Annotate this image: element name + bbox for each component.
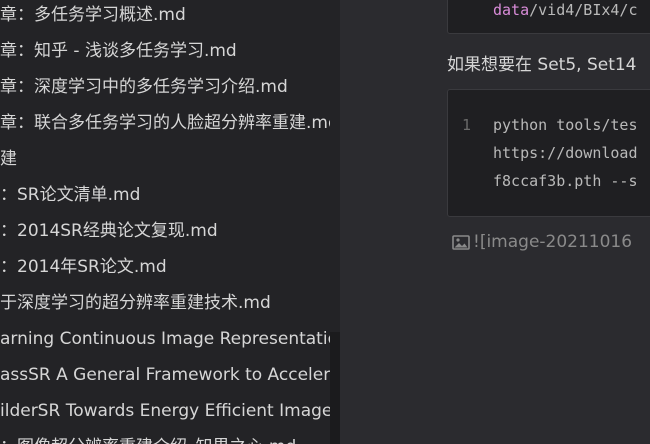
image-reference-text: ![image-20211016 [473,232,633,252]
line-number: 1 [462,116,472,134]
sidebar-item[interactable]: 建 [0,141,330,177]
sidebar-item[interactable]: ：2014SR经典论文复现.md [0,213,330,249]
code-line: python tools/tes [493,116,638,134]
sidebar-item[interactable]: 章：深度学习中的多任务学习介绍.md [0,69,330,105]
paragraph-text: 如果想要在 Set5, Set14 [447,55,637,75]
image-icon [452,234,470,250]
code-text: /vid4/BIx4/c [529,1,638,19]
sidebar-item[interactable]: ：图像超分辨率重建介绍_知界之心.md [0,429,330,444]
code-block-top: data/vid4/BIx4/c [447,0,650,34]
file-sidebar: 章：多任务学习概述.md 章：知乎 - 浅谈多任务学习.md 章：深度学习中的多… [0,0,340,444]
sidebar-item[interactable]: ilderSR Towards Energy Efficient Image S… [0,393,330,429]
image-reference[interactable]: ![image-20211016 [452,232,632,252]
sidebar-scrollbar[interactable] [330,332,340,444]
sidebar-item[interactable]: ：SR论文清单.md [0,177,330,213]
sidebar-item[interactable]: 于深度学习的超分辨率重建技术.md [0,285,330,321]
editor-pane[interactable]: data/vid4/BIx4/c 如果想要在 Set5, Set14 1 pyt… [340,0,650,444]
sidebar-item[interactable]: 章：联合多任务学习的人脸超分辨率重建.md [0,105,330,141]
sidebar-item[interactable]: arning Continuous Image Representation w [0,321,330,357]
sidebar-item[interactable]: 章：多任务学习概述.md [0,0,330,33]
sidebar-item[interactable]: ：2014年SR论文.md [0,249,330,285]
code-line: data/vid4/BIx4/c [493,1,638,19]
sidebar-item[interactable]: assSR A General Framework to Accelerate … [0,357,330,393]
sidebar-item[interactable]: 章：知乎 - 浅谈多任务学习.md [0,33,330,69]
code-keyword: data [493,1,530,19]
code-line: f8ccaf3b.pth --s [493,172,638,190]
code-block[interactable]: 1 python tools/tes https://download f8cc… [447,89,650,217]
code-line: https://download [493,144,638,162]
app-window: 章：多任务学习概述.md 章：知乎 - 浅谈多任务学习.md 章：深度学习中的多… [0,0,650,444]
